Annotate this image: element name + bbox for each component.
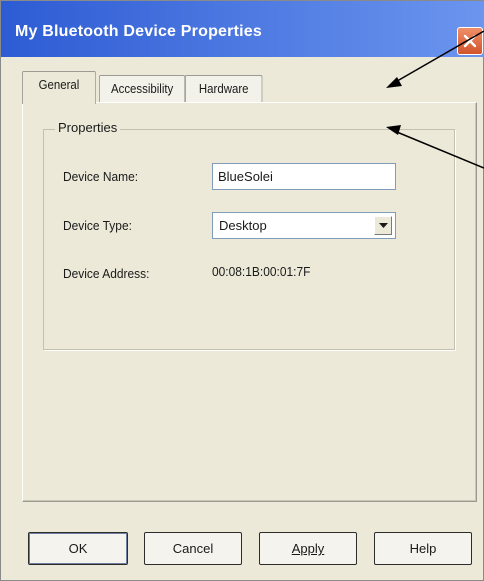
device-type-value: Desktop	[219, 218, 267, 233]
dropdown-button[interactable]	[374, 216, 392, 235]
close-button[interactable]	[457, 27, 483, 55]
close-icon	[463, 34, 477, 48]
device-name-input[interactable]	[212, 163, 396, 190]
properties-group-label: Properties	[55, 120, 121, 135]
tab-hardware[interactable]: Hardware	[185, 75, 263, 103]
device-type-label: Device Type:	[63, 218, 132, 233]
title-bar: My Bluetooth Device Properties	[1, 1, 484, 57]
device-type-select[interactable]: Desktop	[212, 212, 396, 239]
bluetooth-properties-dialog: My Bluetooth Device Properties General A…	[0, 0, 484, 581]
window-title: My Bluetooth Device Properties	[15, 23, 262, 40]
device-address-value: 00:08:1B:00:01:7F	[212, 264, 311, 279]
ok-button[interactable]: OK	[28, 532, 128, 565]
chevron-down-icon	[378, 222, 388, 228]
help-button[interactable]: Help	[374, 532, 472, 565]
device-name-label: Device Name:	[63, 169, 139, 184]
tab-accessibility[interactable]: Accessibility	[99, 75, 186, 103]
cancel-button[interactable]: Cancel	[144, 532, 242, 565]
device-address-label: Device Address:	[63, 266, 150, 281]
tab-general[interactable]: General	[22, 71, 96, 104]
apply-button[interactable]: Apply	[259, 532, 357, 565]
